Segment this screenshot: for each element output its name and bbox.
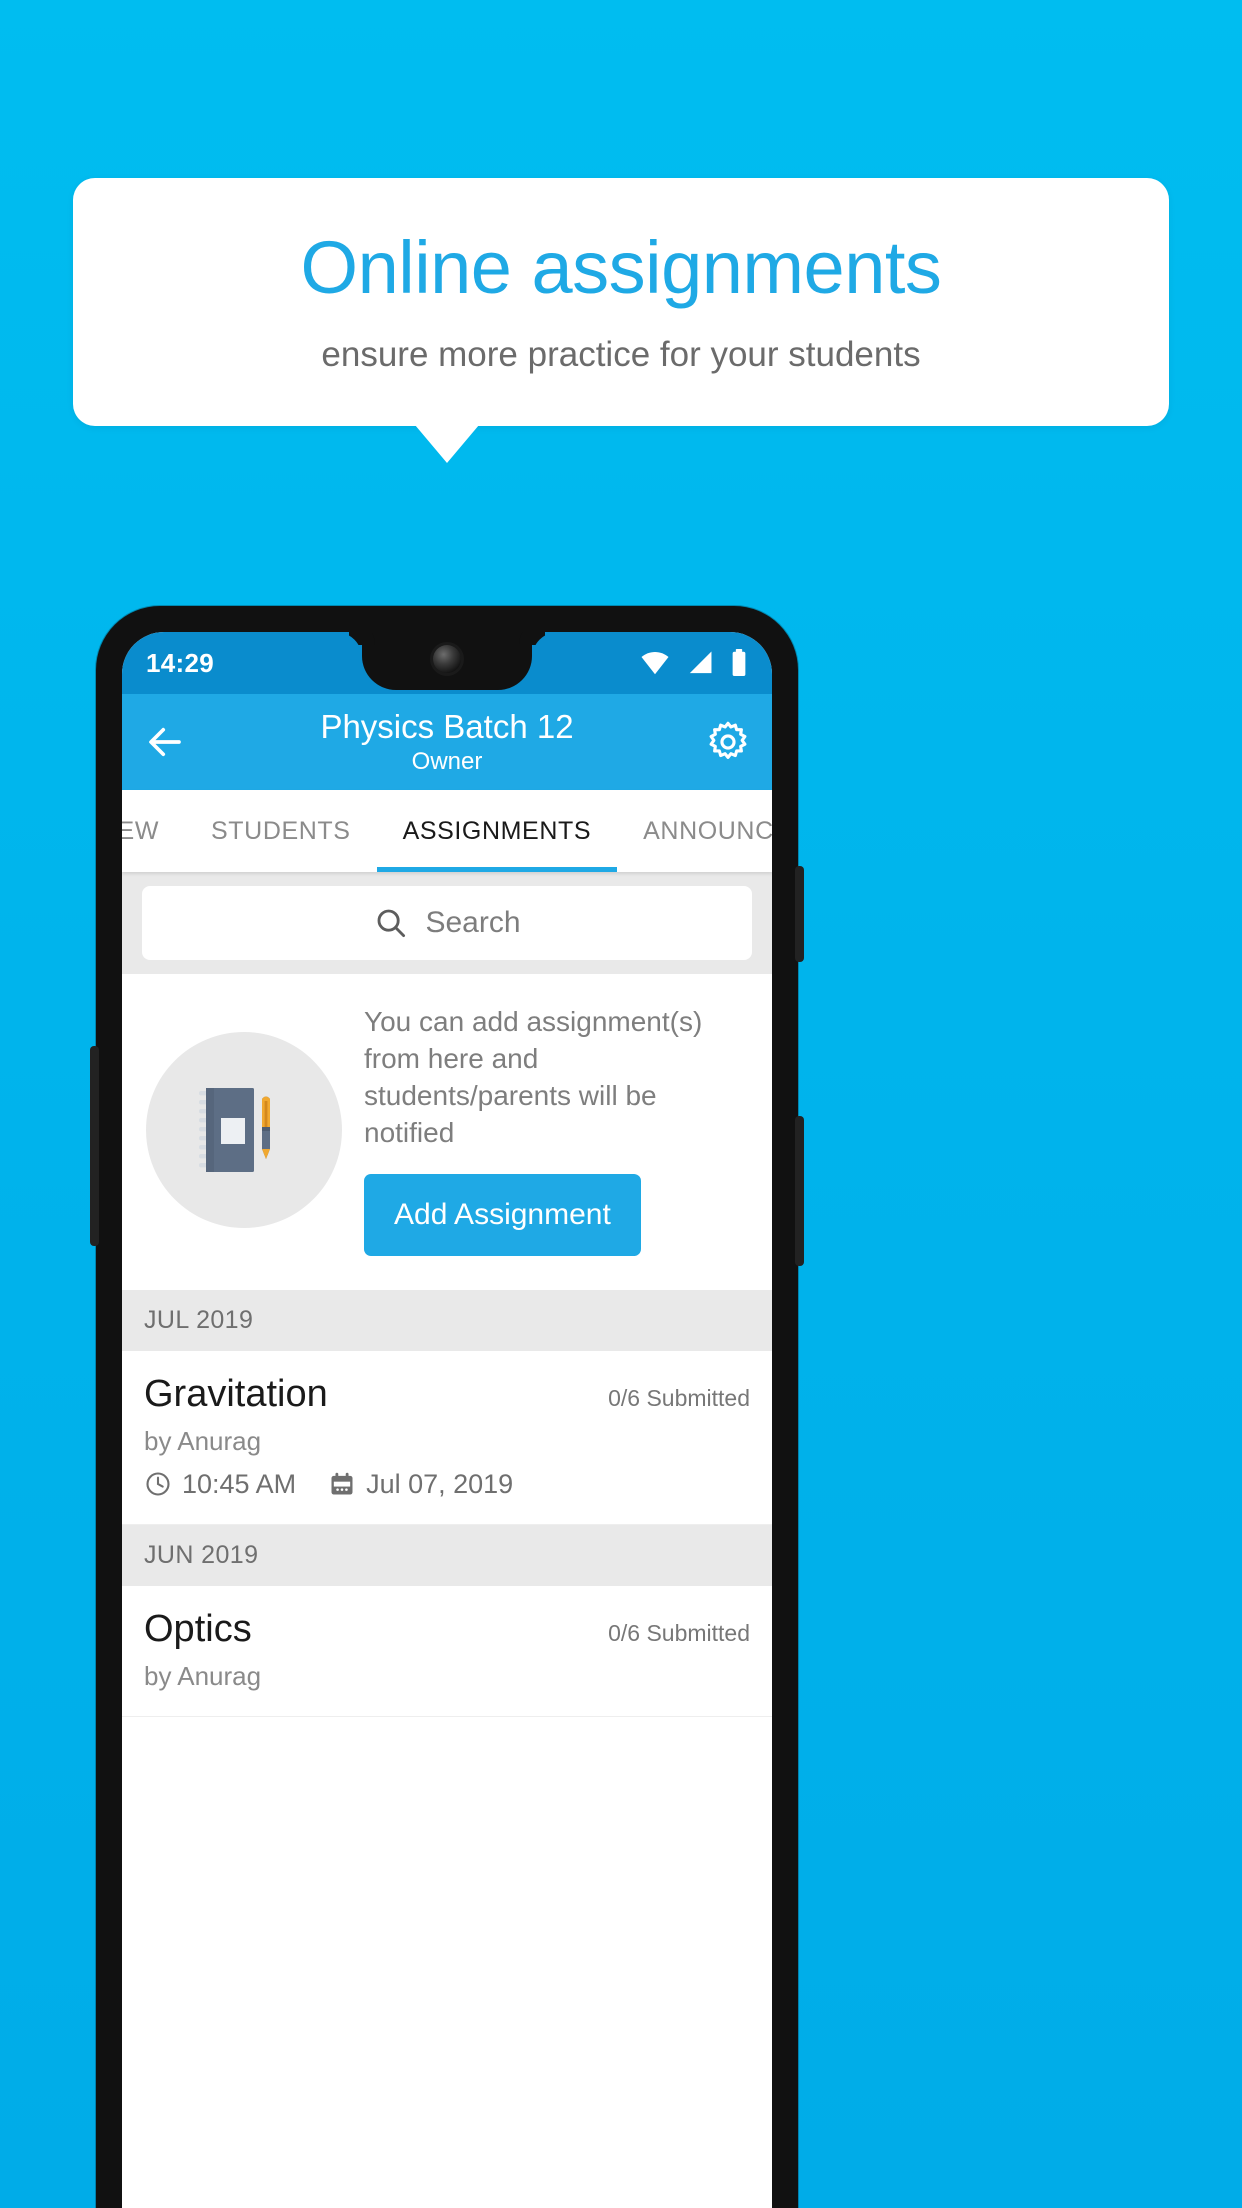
add-assignment-button[interactable]: Add Assignment [364,1173,641,1256]
back-arrow-icon[interactable] [144,721,186,763]
wifi-icon [641,652,669,675]
assignment-date: Jul 07, 2019 [366,1468,514,1499]
app-bar: Physics Batch 12 Owner [122,694,772,790]
tab-label: IEW [122,816,160,845]
search-bar-container: Search [122,872,772,974]
status-time: 14:29 [146,647,214,678]
tab-bar: IEW STUDENTS ASSIGNMENTS ANNOUNCEM [122,790,772,872]
page-title: Physics Batch 12 [320,708,574,746]
clock-icon [146,1472,170,1496]
phone-volume-button[interactable] [795,1116,804,1266]
app-bar-titles: Physics Batch 12 Owner [122,694,772,790]
month-header-jun: JUN 2019 [122,1524,772,1586]
assignment-time: 10:45 AM [182,1468,297,1499]
assignment-status: 0/6 Submitted [608,1619,750,1646]
cellular-signal-icon [689,651,712,674]
assignment-title: Optics [144,1607,252,1650]
notebook-and-pen-icon [146,1031,342,1228]
month-header-jul: JUL 2019 [122,1289,772,1351]
page-subtitle: Owner [411,747,483,775]
status-icons [640,649,748,677]
status-bar: 14:29 [122,632,772,694]
promo-subtitle: ensure more practice for your students [321,334,921,374]
calendar-icon [331,1473,353,1495]
promo-bubble: Online assignments ensure more practice … [73,178,1169,426]
tab-label: ANNOUNCEM [643,816,772,845]
tab-label: ASSIGNMENTS [402,816,592,845]
phone-frame: 14:29 Physics Batch 12 Owner EW STUDENTS… [90,606,804,2208]
front-camera [433,645,461,673]
tab-students[interactable]: STUDENTS [185,790,377,872]
promo-bubble-tail [415,425,479,463]
tab-announcements[interactable]: ANNOUNCEM [617,790,772,872]
assignment-author: by Anurag [144,1660,262,1691]
empty-state-card: You can add assignment(s) from here and … [122,974,772,1290]
battery-icon [732,649,746,676]
search-icon [378,909,406,938]
assignment-title: Gravitation [144,1372,328,1415]
assignment-row-top: Gravitation 0/6 Submitted [144,1373,750,1416]
assignment-meta: 10:45 AM Jul 07, 2019 [144,1469,750,1500]
promo-title: Online assignments [300,226,942,310]
tab-assignments[interactable]: ASSIGNMENTS [376,790,618,872]
empty-state-content: You can add assignment(s) from here and … [364,1004,748,1256]
assignment-row[interactable]: Optics 0/6 Submitted by Anurag [122,1585,772,1717]
tab-overview[interactable]: IEW [122,790,185,872]
phone-screen: 14:29 Physics Batch 12 Owner EW STUDENTS… [122,632,772,2208]
search-placeholder: Search [425,906,521,939]
phone-assistant-button[interactable] [90,1046,99,1246]
assignment-author: by Anurag [144,1425,262,1456]
empty-state-text: You can add assignment(s) from here and … [364,1006,703,1148]
assignment-status: 0/6 Submitted [608,1384,750,1411]
search-input[interactable]: Search [142,886,752,960]
gear-icon[interactable] [706,720,750,764]
assignment-row-top: Optics 0/6 Submitted [144,1608,750,1651]
phone-power-button[interactable] [795,866,804,962]
tab-label: STUDENTS [211,816,351,845]
assignment-row[interactable]: Gravitation 0/6 Submitted by Anurag 10:4… [122,1350,772,1525]
